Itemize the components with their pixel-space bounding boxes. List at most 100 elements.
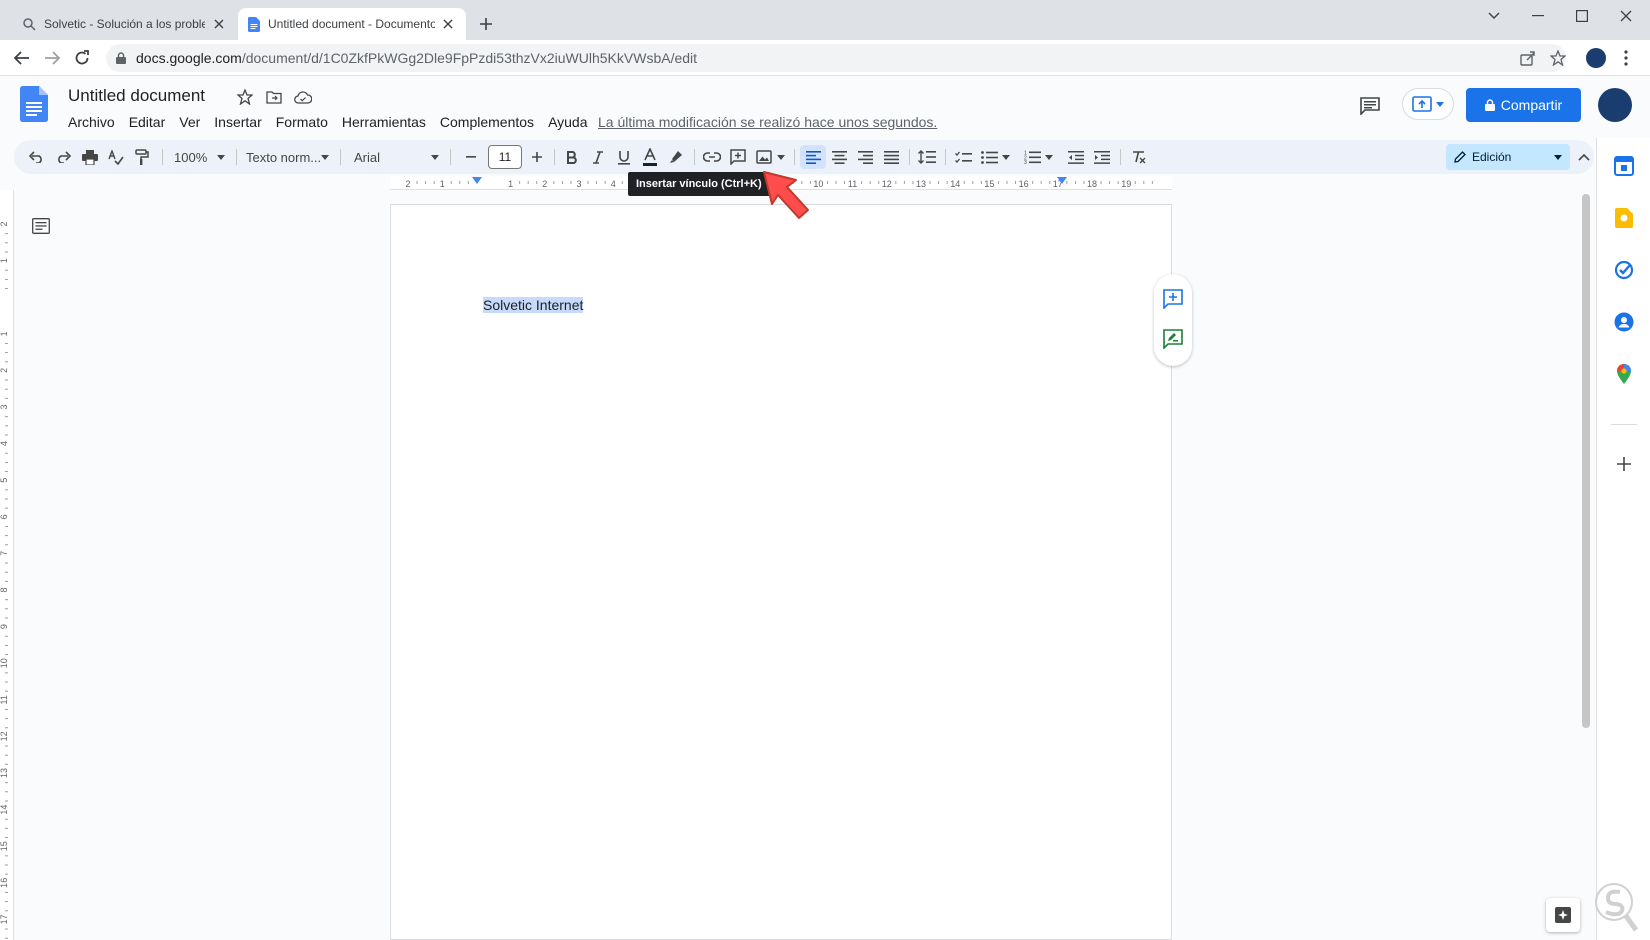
redo-icon[interactable] [52,145,76,169]
menu-herramientas[interactable]: Herramientas [342,114,426,130]
menu-editar[interactable]: Editar [129,114,166,130]
maximize-icon[interactable] [1562,4,1602,28]
paint-format-icon[interactable] [130,145,154,169]
close-icon[interactable] [441,16,456,32]
numbered-list-icon[interactable]: 123 [1020,145,1044,169]
ruler-label: 12 [882,179,892,189]
bulleted-list-icon[interactable] [977,145,1001,169]
back-arrow-icon[interactable] [10,46,34,70]
checklist-icon[interactable] [951,145,975,169]
menu-formato[interactable]: Formato [276,114,328,130]
browser-tab-docs[interactable]: Untitled document - Documentos de Google [238,8,466,40]
cloud-saved-icon[interactable] [294,88,312,106]
menu-ayuda[interactable]: Ayuda [548,114,587,130]
browser-menu-icon[interactable] [1614,46,1638,70]
font-size-input[interactable]: 11 [488,145,522,169]
move-folder-icon[interactable] [265,88,283,106]
ruler-tick [5,681,8,683]
browser-tab-solvetic[interactable]: Solvetic - Solución a los problemas info… [12,8,236,40]
close-window-icon[interactable] [1606,4,1646,28]
menu-insertar[interactable]: Insertar [214,114,261,130]
minimize-icon[interactable] [1518,4,1558,28]
comments-icon[interactable] [1358,94,1382,118]
document-title[interactable]: Untitled document [68,86,205,106]
style-select[interactable]: Texto norm... [246,145,326,169]
spellcheck-icon[interactable] [104,145,128,169]
bold-icon[interactable] [560,145,584,169]
ruler-tick [835,181,837,184]
profile-avatar[interactable] [1584,46,1608,70]
contacts-icon[interactable] [1612,310,1636,334]
increase-indent-icon[interactable] [1090,145,1114,169]
font-select[interactable]: Arial [354,145,424,169]
document-page[interactable]: Solvetic Internet [390,204,1172,940]
menu-complementos[interactable]: Complementos [440,114,534,130]
get-addons-icon[interactable] [1612,452,1636,476]
star-icon[interactable] [236,88,254,106]
ruler-tick [5,278,8,280]
ruler-tick [450,181,452,184]
bookmark-star-icon[interactable] [1546,46,1570,70]
new-tab-button[interactable] [474,12,498,36]
close-icon[interactable] [211,16,226,32]
suggest-edit-icon[interactable] [1162,328,1184,350]
decrease-font-size-button[interactable] [460,145,482,169]
clear-formatting-icon[interactable] [1126,145,1150,169]
tab-search-chevron-icon[interactable] [1474,4,1514,28]
italic-icon[interactable] [586,145,610,169]
vertical-ruler[interactable]: 2 1 1 2 3 4 5 6 7 8 9 10 11 12 13 14 15 16 17 [0,190,14,940]
text-color-icon[interactable] [638,145,662,169]
insert-image-icon[interactable] [752,145,776,169]
print-icon[interactable] [78,145,102,169]
ruler-tick [5,525,8,527]
document-body-text[interactable]: Solvetic Internet [483,297,584,313]
underline-icon[interactable] [612,145,636,169]
add-comment-icon[interactable] [1162,288,1184,310]
document-outline-icon[interactable] [32,218,52,238]
ruler-label: 10 [0,658,9,668]
collapse-menus-icon[interactable] [1576,145,1592,169]
add-comment-icon[interactable] [726,145,750,169]
editing-mode-select[interactable]: Edición [1446,144,1570,170]
decrease-indent-icon[interactable] [1064,145,1088,169]
ruler-tick [5,361,8,363]
share-button[interactable]: Compartir [1466,88,1581,122]
align-left-icon[interactable] [800,145,826,169]
align-center-icon[interactable] [827,145,851,169]
tasks-icon[interactable] [1612,258,1636,282]
ruler-tick [5,791,8,793]
insert-link-icon[interactable] [700,145,724,169]
ruler-tick [5,763,8,765]
ruler-tick [5,425,8,427]
line-spacing-icon[interactable] [915,145,939,169]
account-avatar[interactable] [1598,88,1632,122]
maps-icon[interactable] [1612,362,1636,386]
justify-icon[interactable] [879,145,903,169]
docs-logo-icon[interactable] [20,86,48,122]
keep-icon[interactable] [1612,206,1636,230]
menu-archivo[interactable]: Archivo [68,114,115,130]
pencil-icon [1454,151,1466,163]
align-right-icon[interactable] [853,145,877,169]
left-indent-marker[interactable] [472,177,482,184]
tab-title: Untitled document - Documentos de Google [268,17,435,31]
vertical-scrollbar[interactable] [1582,194,1590,728]
ruler-tick [5,461,8,463]
address-bar[interactable]: docs.google.com/document/d/1C0ZkfPkWGg2D… [106,44,1566,72]
calendar-icon[interactable] [1612,154,1636,178]
ruler-label: 4 [611,179,616,189]
selected-text[interactable]: Solvetic Internet [483,297,584,313]
explore-button[interactable] [1546,898,1580,932]
highlight-color-icon[interactable] [664,145,688,169]
ruler-label: 1 [508,179,513,189]
ruler-label: 16 [0,878,9,888]
undo-icon[interactable] [24,145,48,169]
forward-arrow-icon[interactable] [40,46,64,70]
menu-ver[interactable]: Ver [179,114,200,130]
reload-icon[interactable] [70,46,94,70]
last-edit-link[interactable]: La última modificación se realizó hace u… [598,114,937,130]
share-page-icon[interactable] [1516,46,1540,70]
ruler-tick [938,181,940,184]
present-button[interactable] [1402,88,1454,120]
increase-font-size-button[interactable] [526,145,548,169]
